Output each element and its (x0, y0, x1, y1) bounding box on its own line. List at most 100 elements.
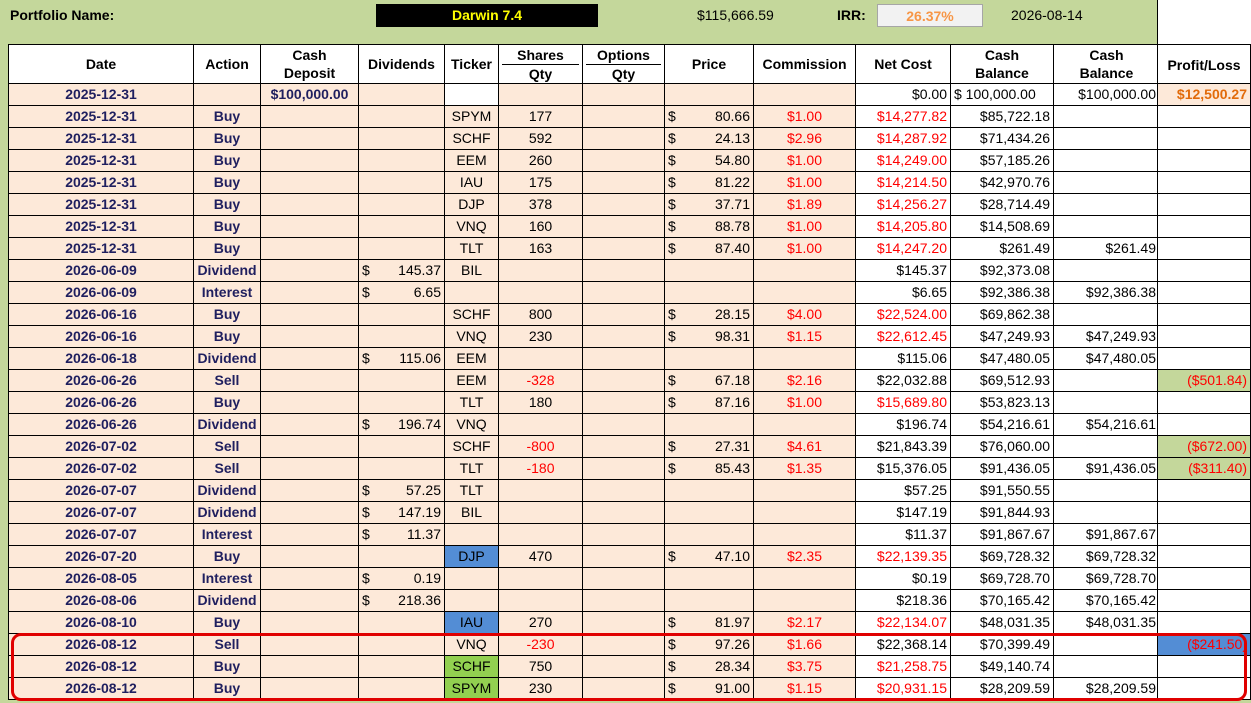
row-25-dividends[interactable] (359, 612, 445, 634)
row-8-cash-balance[interactable]: $261.49 (951, 238, 1054, 260)
row-19-commission[interactable] (754, 480, 856, 502)
row-16-options-qty[interactable] (583, 414, 665, 436)
row-2-commission[interactable]: $1.00 (754, 106, 856, 128)
row-22-net-cost[interactable]: $22,139.35 (856, 546, 951, 568)
header-commission[interactable]: Commission (754, 44, 856, 84)
row-20-profit-loss[interactable] (1157, 502, 1251, 524)
row-5-cash-deposit[interactable] (261, 172, 359, 194)
row-10-cash-balance[interactable]: $92,386.38 (951, 282, 1054, 304)
row-6-profit-loss[interactable] (1157, 194, 1251, 216)
row-28-ticker[interactable]: SPYM (445, 678, 499, 700)
row-16-dividends[interactable]: $196.74 (359, 414, 445, 436)
header-shares[interactable]: Shares Qty (499, 44, 583, 84)
row-23-net-cost[interactable]: $0.19 (856, 568, 951, 590)
portfolio-value[interactable]: $115,666.59 (697, 4, 774, 27)
row-21-action[interactable]: Interest (194, 524, 261, 546)
row-16-shares-qty[interactable] (499, 414, 583, 436)
row-20-cash-balance[interactable]: $91,844.93 (951, 502, 1054, 524)
row-17-cash-balance[interactable]: $76,060.00 (951, 436, 1054, 458)
header-ticker[interactable]: Ticker (445, 44, 499, 84)
row-24-price[interactable] (665, 590, 754, 612)
row-2-price[interactable]: $80.66 (665, 106, 754, 128)
row-21-cash-balance[interactable]: $91,867.67 (951, 524, 1054, 546)
header-options[interactable]: Options Qty (583, 44, 665, 84)
row-5-options-qty[interactable] (583, 172, 665, 194)
row-4-net-cost[interactable]: $14,249.00 (856, 150, 951, 172)
row-22-date[interactable]: 2026-07-20 (8, 546, 194, 568)
row-13-ticker[interactable]: EEM (445, 348, 499, 370)
row-13-profit-loss[interactable] (1157, 348, 1251, 370)
report-date[interactable]: 2026-08-14 (1011, 4, 1083, 27)
row-23-cash-deposit[interactable] (261, 568, 359, 590)
row-13-dividends[interactable]: $115.06 (359, 348, 445, 370)
row-20-price[interactable] (665, 502, 754, 524)
row-27-options-qty[interactable] (583, 656, 665, 678)
row-28-action[interactable]: Buy (194, 678, 261, 700)
row-11-shares-qty[interactable]: 800 (499, 304, 583, 326)
row-28-cash-balance[interactable]: $28,209.59 (951, 678, 1054, 700)
row-8-profit-loss[interactable] (1157, 238, 1251, 260)
row-26-net-cost[interactable]: $22,368.14 (856, 634, 951, 656)
row-5-profit-loss[interactable] (1157, 172, 1251, 194)
row-2-date[interactable]: 2025-12-31 (8, 106, 194, 128)
row-4-ticker[interactable]: EEM (445, 150, 499, 172)
row-18-commission[interactable]: $1.35 (754, 458, 856, 480)
row-21-commission[interactable] (754, 524, 856, 546)
header-price[interactable]: Price (665, 44, 754, 84)
row-11-cash-deposit[interactable] (261, 304, 359, 326)
row-18-net-cost[interactable]: $15,376.05 (856, 458, 951, 480)
row-11-price[interactable]: $28.15 (665, 304, 754, 326)
row-25-cash-balance-end[interactable]: $48,031.35 (1054, 612, 1160, 634)
row-3-cash-balance-end[interactable] (1054, 128, 1160, 150)
row-18-options-qty[interactable] (583, 458, 665, 480)
row-24-ticker[interactable] (445, 590, 499, 612)
row-8-commission[interactable]: $1.00 (754, 238, 856, 260)
row-9-dividends[interactable]: $145.37 (359, 260, 445, 282)
row-27-dividends[interactable] (359, 656, 445, 678)
row-2-net-cost[interactable]: $14,277.82 (856, 106, 951, 128)
row-17-price[interactable]: $27.31 (665, 436, 754, 458)
row-13-options-qty[interactable] (583, 348, 665, 370)
row-17-profit-loss[interactable]: ($672.00) (1157, 436, 1251, 458)
row-25-date[interactable]: 2026-08-10 (8, 612, 194, 634)
header-cash-balance-end[interactable]: Cash Balance (1054, 44, 1160, 84)
row-4-commission[interactable]: $1.00 (754, 150, 856, 172)
irr-value[interactable]: 26.37% (877, 4, 983, 27)
row-9-net-cost[interactable]: $145.37 (856, 260, 951, 282)
row-9-cash-balance[interactable]: $92,373.08 (951, 260, 1054, 282)
row-23-commission[interactable] (754, 568, 856, 590)
portfolio-name-cell[interactable]: Darwin 7.4 (376, 4, 598, 27)
row-6-date[interactable]: 2025-12-31 (8, 194, 194, 216)
row-2-cash-deposit[interactable] (261, 106, 359, 128)
row-11-cash-balance-end[interactable] (1054, 304, 1160, 326)
row-25-commission[interactable]: $2.17 (754, 612, 856, 634)
row-19-net-cost[interactable]: $57.25 (856, 480, 951, 502)
row-8-net-cost[interactable]: $14,247.20 (856, 238, 951, 260)
row-14-cash-balance-end[interactable] (1054, 370, 1160, 392)
row-2-shares-qty[interactable]: 177 (499, 106, 583, 128)
row-1-date[interactable]: 2025-12-31 (8, 84, 194, 106)
row-19-shares-qty[interactable] (499, 480, 583, 502)
row-13-cash-balance[interactable]: $47,480.05 (951, 348, 1054, 370)
row-1-shares-qty[interactable] (499, 84, 583, 106)
row-3-cash-balance[interactable]: $71,434.26 (951, 128, 1054, 150)
row-1-options-qty[interactable] (583, 84, 665, 106)
row-26-date[interactable]: 2026-08-12 (8, 634, 194, 656)
row-16-cash-deposit[interactable] (261, 414, 359, 436)
row-12-dividends[interactable] (359, 326, 445, 348)
row-1-cash-balance-end[interactable]: $100,000.00 (1054, 84, 1160, 106)
row-27-net-cost[interactable]: $21,258.75 (856, 656, 951, 678)
row-18-action[interactable]: Sell (194, 458, 261, 480)
row-14-price[interactable]: $67.18 (665, 370, 754, 392)
row-13-shares-qty[interactable] (499, 348, 583, 370)
row-25-profit-loss[interactable] (1157, 612, 1251, 634)
row-15-cash-balance-end[interactable] (1054, 392, 1160, 414)
row-7-profit-loss[interactable] (1157, 216, 1251, 238)
row-23-price[interactable] (665, 568, 754, 590)
row-28-shares-qty[interactable]: 230 (499, 678, 583, 700)
row-11-cash-balance[interactable]: $69,862.38 (951, 304, 1054, 326)
row-17-action[interactable]: Sell (194, 436, 261, 458)
row-2-cash-balance[interactable]: $85,722.18 (951, 106, 1054, 128)
header-dividends[interactable]: Dividends (359, 44, 445, 84)
row-9-date[interactable]: 2026-06-09 (8, 260, 194, 282)
